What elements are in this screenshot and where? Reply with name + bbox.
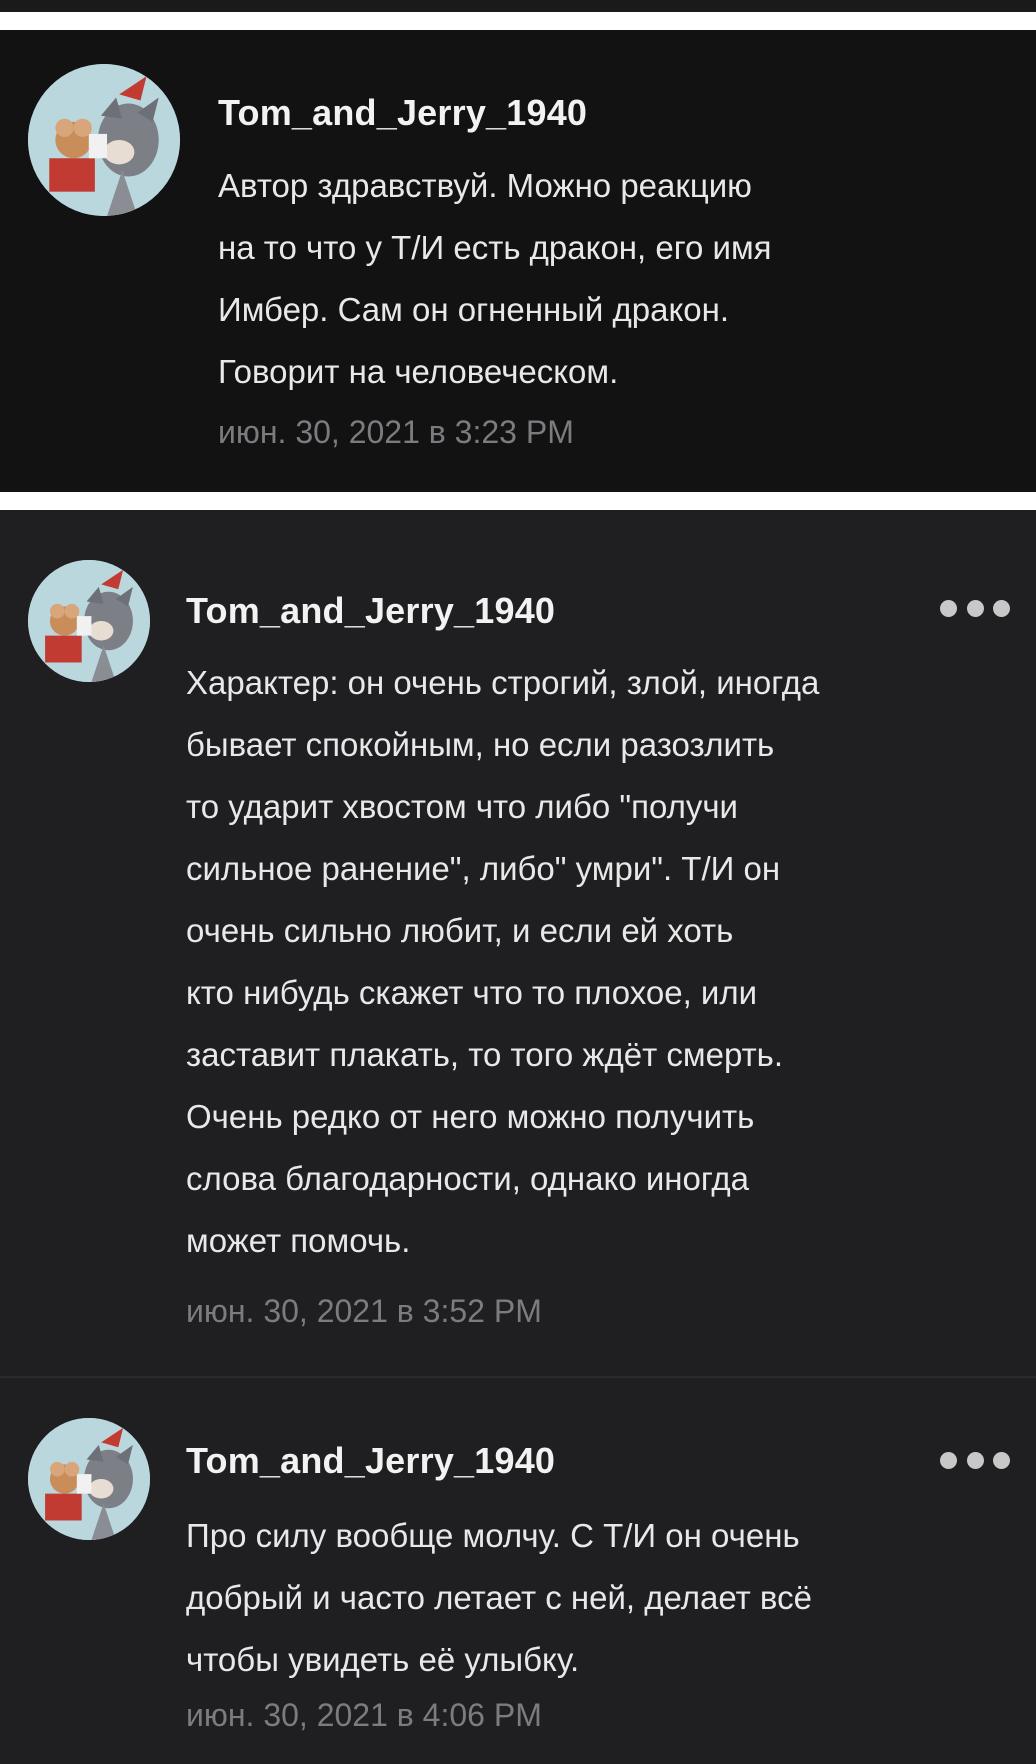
username[interactable]: Tom_and_Jerry_1940 bbox=[186, 590, 555, 632]
comment-line: Имбер. Сам он огненный дракон. bbox=[218, 291, 730, 328]
tom-and-jerry-avatar-icon bbox=[28, 64, 180, 216]
more-options-button[interactable] bbox=[940, 593, 1010, 623]
comment-line: Говорит на человеческом. bbox=[218, 353, 619, 390]
more-options-icon bbox=[940, 1451, 957, 1469]
comment-line: может помочь. bbox=[186, 1222, 411, 1259]
comment-body: Характер: он очень строгий, злой, иногда… bbox=[186, 652, 819, 1272]
comment-line: слова благодарности, однако иногда bbox=[186, 1160, 750, 1197]
comment-line: очень сильно любит, и если ей хоть bbox=[186, 912, 734, 949]
avatar[interactable] bbox=[28, 64, 180, 216]
tom-and-jerry-avatar-icon bbox=[28, 1418, 150, 1540]
more-options-button[interactable] bbox=[940, 1445, 1010, 1475]
timestamp: июн. 30, 2021 в 4:06 PM bbox=[186, 1697, 542, 1733]
comment-line: сильное ранение", либо" умри". Т/И он bbox=[186, 850, 781, 887]
comment-line: заставит плакать, то того ждёт смерть. bbox=[186, 1036, 784, 1073]
more-options-icon bbox=[940, 599, 957, 617]
more-options-icon bbox=[993, 599, 1010, 617]
comment-line: чтобы увидеть её улыбку. bbox=[186, 1641, 580, 1678]
comment-line: Автор здравствуй. Можно реакцию bbox=[218, 167, 752, 204]
more-options-icon bbox=[966, 1451, 984, 1469]
timestamp: июн. 30, 2021 в 3:23 PM bbox=[218, 414, 574, 450]
comment-line: то ударит хвостом что либо "получи bbox=[186, 788, 738, 825]
avatar[interactable] bbox=[28, 560, 150, 682]
avatar[interactable] bbox=[28, 1418, 150, 1540]
top-strip bbox=[0, 0, 1036, 12]
comment-line: добрый и часто летает с ней, делает всё bbox=[186, 1579, 812, 1616]
tom-and-jerry-avatar-icon bbox=[28, 560, 150, 682]
comment-line: Про силу вообще молчу. С Т/И он очень bbox=[186, 1517, 800, 1554]
timestamp: июн. 30, 2021 в 3:52 PM bbox=[186, 1293, 542, 1329]
comment-body: Про силу вообще молчу. С Т/И он очень до… bbox=[186, 1505, 812, 1691]
username[interactable]: Tom_and_Jerry_1940 bbox=[218, 92, 587, 134]
comment-line: кто нибудь скажет что то плохое, или bbox=[186, 974, 758, 1011]
comment-line: Характер: он очень строгий, злой, иногда bbox=[186, 664, 820, 701]
comment-line: на то что у Т/И есть дракон, его имя bbox=[218, 229, 772, 266]
comment-divider bbox=[0, 1376, 1036, 1378]
comment-line: бывает спокойным, но если разозлить bbox=[186, 726, 775, 763]
comment-line: Очень редко от него можно получить bbox=[186, 1098, 755, 1135]
comment-body: Автор здравствуй. Можно реакцию на то чт… bbox=[218, 155, 772, 403]
username[interactable]: Tom_and_Jerry_1940 bbox=[186, 1440, 555, 1482]
more-options-icon bbox=[993, 1451, 1010, 1469]
more-options-icon bbox=[966, 599, 984, 617]
